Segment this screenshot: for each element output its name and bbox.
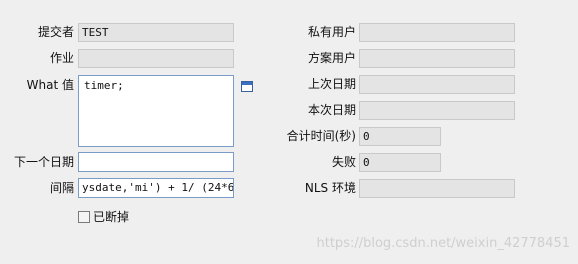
nls-env-label: NLS 环境 xyxy=(304,181,356,195)
interval-field[interactable]: ysdate,'mi') + 1/ (24*60) xyxy=(78,178,234,198)
submitter-label: 提交者 xyxy=(37,25,74,39)
total-time-label: 合计时间(秒) xyxy=(286,129,356,143)
window-editor-icon[interactable] xyxy=(241,81,253,92)
what-textarea[interactable]: timer; xyxy=(78,75,234,147)
next-date-field[interactable] xyxy=(78,152,234,172)
failures-label: 失败 xyxy=(331,155,356,169)
job-label: 作业 xyxy=(49,51,74,65)
submitter-field[interactable]: TEST xyxy=(78,23,234,42)
what-label: What 值 xyxy=(26,78,74,92)
last-date-field[interactable] xyxy=(359,75,515,94)
schema-user-label: 方案用户 xyxy=(307,51,356,65)
this-date-label: 本次日期 xyxy=(307,103,356,117)
last-date-label: 上次日期 xyxy=(307,77,356,91)
job-field[interactable] xyxy=(78,49,234,68)
total-time-field[interactable]: 0 xyxy=(359,127,441,146)
next-date-label: 下一个日期 xyxy=(13,155,74,169)
this-date-field[interactable] xyxy=(359,101,515,120)
interval-label: 间隔 xyxy=(49,181,74,195)
schema-user-field[interactable] xyxy=(359,49,515,68)
broken-checkbox[interactable] xyxy=(78,211,90,223)
nls-env-field[interactable] xyxy=(359,179,515,198)
private-user-field[interactable] xyxy=(359,23,515,42)
watermark: https://blog.csdn.net/weixin_42778451 xyxy=(316,236,570,251)
broken-label: 已断掉 xyxy=(93,210,130,224)
failures-field[interactable]: 0 xyxy=(359,153,441,172)
private-user-label: 私有用户 xyxy=(307,25,356,39)
